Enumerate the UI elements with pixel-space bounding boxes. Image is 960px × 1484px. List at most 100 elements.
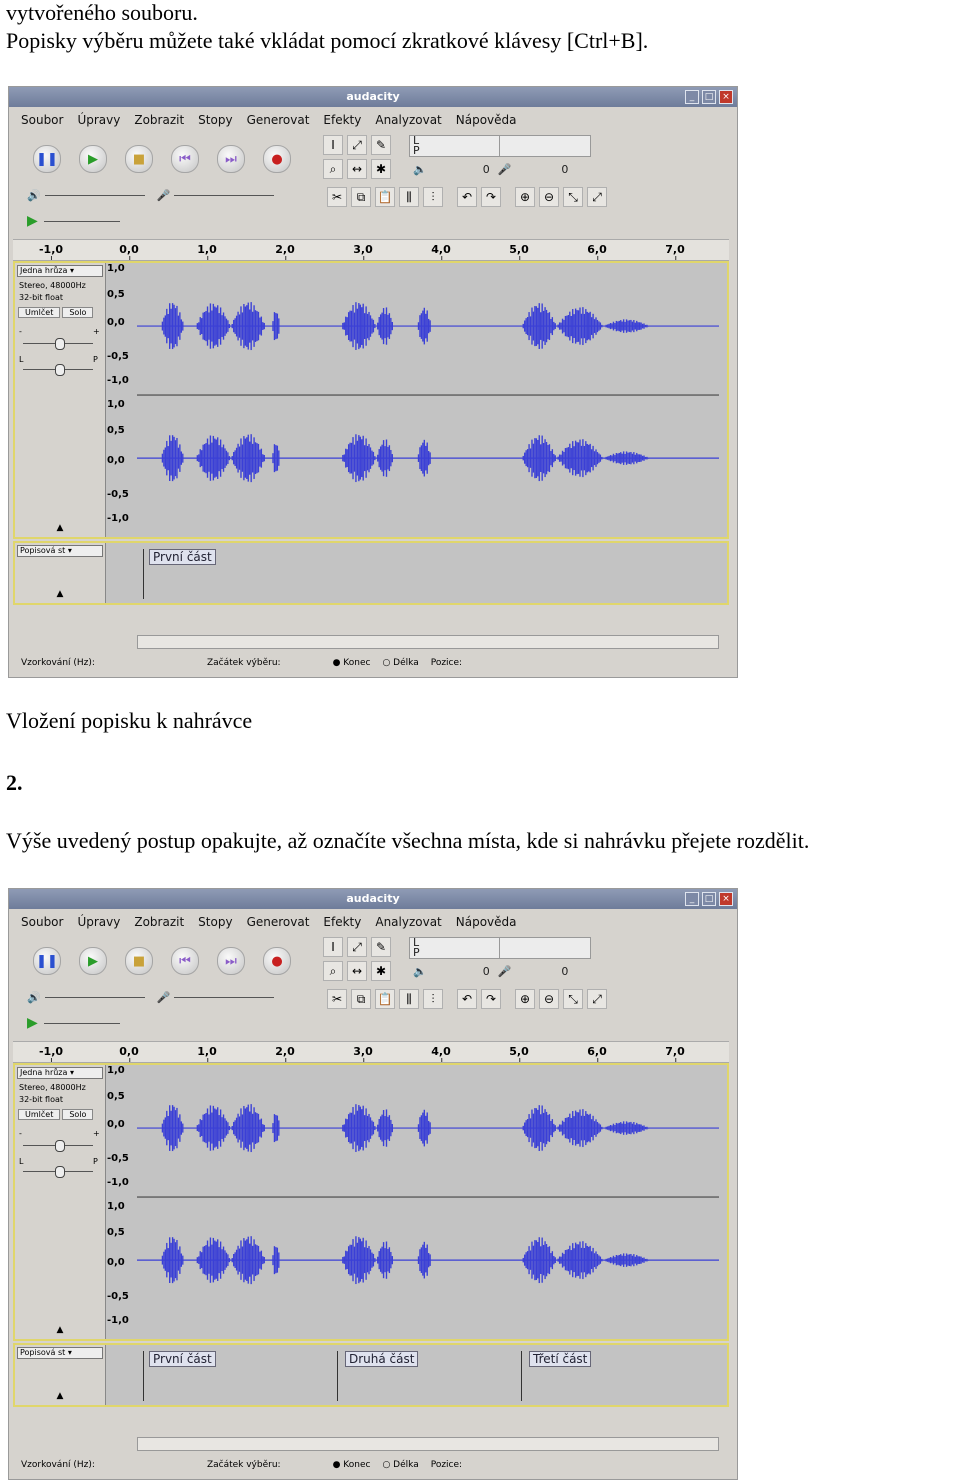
redo-icon[interactable]: ↷ xyxy=(481,989,501,1009)
menu-item[interactable]: Soubor xyxy=(21,113,63,127)
solo-button[interactable]: Solo xyxy=(62,1109,94,1120)
solo-button[interactable]: Solo xyxy=(62,307,94,318)
draw-tool-icon[interactable]: ✎ xyxy=(371,937,391,957)
mic-volume-slider[interactable] xyxy=(174,195,275,196)
label-druha-cast[interactable]: Druhá část xyxy=(345,1351,419,1367)
minimize-icon[interactable]: _ xyxy=(685,90,699,104)
collapse-arrow-icon[interactable]: ▲ xyxy=(15,523,105,533)
menu-item[interactable]: Generovat xyxy=(247,113,310,127)
close-icon[interactable]: × xyxy=(719,892,733,906)
zoom-tool-icon[interactable]: ⌕ xyxy=(323,961,343,981)
pan-knob[interactable] xyxy=(55,364,65,376)
timeline-ruler[interactable]: -1,0 0,0 1,0 2,0 3,0 4,0 5,0 6,0 7,0 xyxy=(13,239,729,261)
zoom-out-icon[interactable]: ⊖ xyxy=(539,187,559,207)
play-at-speed-icon[interactable]: ▶ xyxy=(27,213,38,229)
label-prvni-cast[interactable]: První část xyxy=(149,1351,216,1367)
menu-item[interactable]: Efekty xyxy=(323,113,361,127)
audio-track[interactable]: Jedna hrůza ▾ Stereo, 48000Hz 32-bit flo… xyxy=(13,261,729,539)
pause-icon[interactable]: ❚❚ xyxy=(33,947,61,975)
label-prvni-cast[interactable]: První část xyxy=(149,549,216,565)
label-marker[interactable] xyxy=(521,1351,522,1401)
label-track-name-menu[interactable]: Popisová st ▾ xyxy=(17,545,103,557)
trim-icon[interactable]: ⫼ xyxy=(399,989,419,1009)
menu-item[interactable]: Analyzovat xyxy=(375,113,441,127)
fit-selection-icon[interactable]: ⤡ xyxy=(563,989,583,1009)
paste-icon[interactable]: 📋 xyxy=(375,187,395,207)
speed-slider[interactable] xyxy=(43,220,120,222)
label-marker[interactable] xyxy=(337,1351,338,1401)
paste-icon[interactable]: 📋 xyxy=(375,989,395,1009)
stop-icon[interactable]: ■ xyxy=(125,947,153,975)
cut-icon[interactable]: ✂ xyxy=(327,989,347,1009)
skip-end-icon[interactable]: ⏭ xyxy=(217,947,245,975)
track-name-menu[interactable]: Jedna hrůza ▾ xyxy=(17,265,103,277)
menu-item[interactable]: Nápověda xyxy=(456,113,517,127)
length-radio[interactable]: ○ Délka xyxy=(382,658,418,668)
skip-end-icon[interactable]: ⏭ xyxy=(217,145,245,173)
selection-tool-icon[interactable]: I xyxy=(323,937,343,957)
record-icon[interactable]: ● xyxy=(263,947,291,975)
mic-volume-slider[interactable] xyxy=(174,997,275,998)
maximize-icon[interactable]: □ xyxy=(702,90,716,104)
skip-start-icon[interactable]: ⏮ xyxy=(171,145,199,173)
menu-item[interactable]: Úpravy xyxy=(77,915,120,929)
track-name-menu[interactable]: Jedna hrůza ▾ xyxy=(17,1067,103,1079)
draw-tool-icon[interactable]: ✎ xyxy=(371,135,391,155)
end-radio[interactable]: ● Konec xyxy=(333,1460,371,1470)
label-collapse-arrow-icon[interactable]: ▲ xyxy=(15,589,105,599)
timeline-ruler[interactable]: -1,0 0,0 1,0 2,0 3,0 4,0 5,0 6,0 7,0 xyxy=(13,1041,729,1063)
label-track[interactable]: Popisová st ▾ ▲ První část xyxy=(13,541,729,605)
zoom-out-icon[interactable]: ⊖ xyxy=(539,989,559,1009)
speed-slider[interactable] xyxy=(43,1022,120,1024)
fit-selection-icon[interactable]: ⤡ xyxy=(563,187,583,207)
label-track[interactable]: Popisová st ▾ ▲ První část Druhá část Tř… xyxy=(13,1343,729,1407)
label-marker[interactable] xyxy=(143,1351,144,1401)
zoom-tool-icon[interactable]: ⌕ xyxy=(323,159,343,179)
timeshift-tool-icon[interactable]: ↔ xyxy=(347,961,367,981)
selection-tool-icon[interactable]: I xyxy=(323,135,343,155)
record-icon[interactable]: ● xyxy=(263,145,291,173)
copy-icon[interactable]: ⧉ xyxy=(351,187,371,207)
pause-icon[interactable]: ❚❚ xyxy=(33,145,61,173)
play-icon[interactable]: ▶ xyxy=(79,145,107,173)
volume-slider[interactable] xyxy=(44,195,145,196)
label-marker[interactable] xyxy=(143,549,144,599)
length-radio[interactable]: ○ Délka xyxy=(382,1460,418,1470)
cut-icon[interactable]: ✂ xyxy=(327,187,347,207)
close-icon[interactable]: × xyxy=(719,90,733,104)
undo-icon[interactable]: ↶ xyxy=(457,989,477,1009)
menu-item[interactable]: Soubor xyxy=(21,915,63,929)
pan-knob[interactable] xyxy=(55,1166,65,1178)
label-treti-cast[interactable]: Třetí část xyxy=(529,1351,592,1367)
envelope-tool-icon[interactable]: ⤢ xyxy=(347,135,367,155)
copy-icon[interactable]: ⧉ xyxy=(351,989,371,1009)
volume-slider[interactable] xyxy=(44,997,145,998)
play-icon[interactable]: ▶ xyxy=(79,947,107,975)
fit-project-icon[interactable]: ⤢ xyxy=(587,989,607,1009)
horizontal-scrollbar[interactable] xyxy=(137,635,719,649)
zoom-in-icon[interactable]: ⊕ xyxy=(515,989,535,1009)
gain-knob[interactable] xyxy=(55,338,65,350)
multi-tool-icon[interactable]: ✱ xyxy=(371,961,391,981)
menu-item[interactable]: Analyzovat xyxy=(375,915,441,929)
trim-icon[interactable]: ⫼ xyxy=(399,187,419,207)
menu-item[interactable]: Efekty xyxy=(323,915,361,929)
audio-track[interactable]: Jedna hrůza ▾ Stereo, 48000Hz 32-bit flo… xyxy=(13,1063,729,1341)
waveform[interactable] xyxy=(137,263,719,537)
label-collapse-arrow-icon[interactable]: ▲ xyxy=(15,1391,105,1401)
horizontal-scrollbar[interactable] xyxy=(137,1437,719,1451)
silence-icon[interactable]: ⫶ xyxy=(423,187,443,207)
multi-tool-icon[interactable]: ✱ xyxy=(371,159,391,179)
play-at-speed-icon[interactable]: ▶ xyxy=(27,1015,38,1031)
menu-item[interactable]: Nápověda xyxy=(456,915,517,929)
minimize-icon[interactable]: _ xyxy=(685,892,699,906)
menu-item[interactable]: Generovat xyxy=(247,915,310,929)
end-radio[interactable]: ● Konec xyxy=(333,658,371,668)
fit-project-icon[interactable]: ⤢ xyxy=(587,187,607,207)
menu-item[interactable]: Úpravy xyxy=(77,113,120,127)
stop-icon[interactable]: ■ xyxy=(125,145,153,173)
envelope-tool-icon[interactable]: ⤢ xyxy=(347,937,367,957)
menu-item[interactable]: Stopy xyxy=(198,915,232,929)
collapse-arrow-icon[interactable]: ▲ xyxy=(15,1325,105,1335)
label-track-name-menu[interactable]: Popisová st ▾ xyxy=(17,1347,103,1359)
